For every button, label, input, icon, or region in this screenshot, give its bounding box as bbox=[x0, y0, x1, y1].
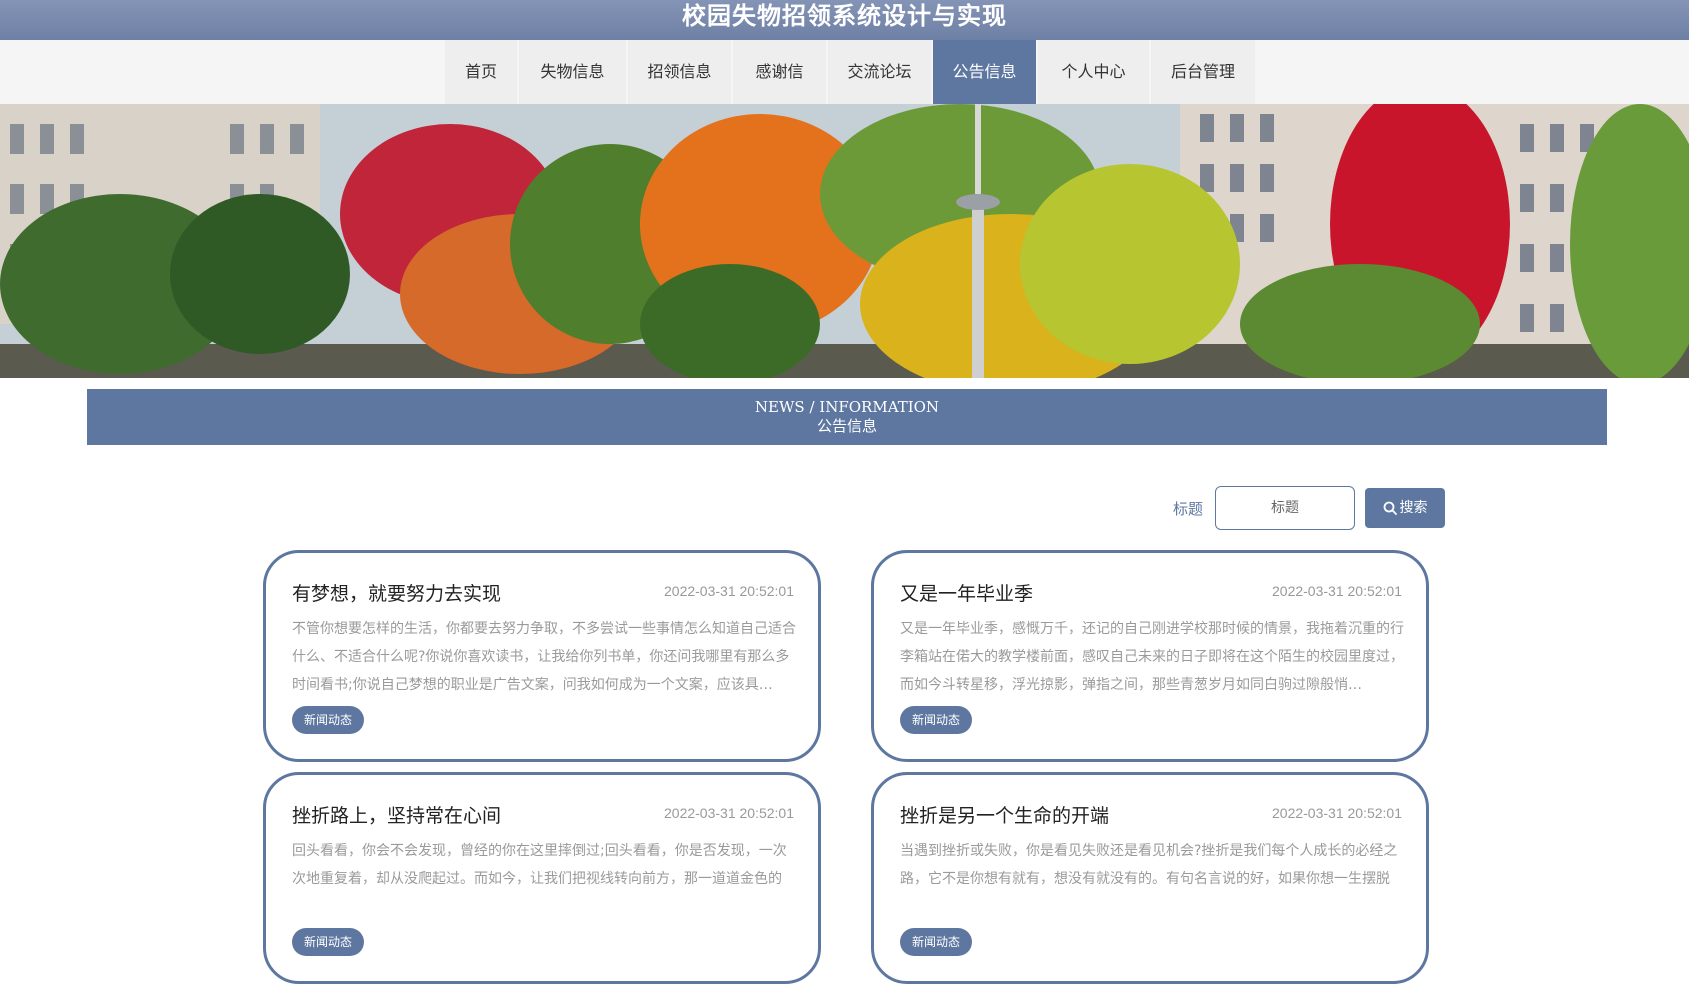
site-header: 校园失物招领系统设计与实现 bbox=[0, 0, 1689, 40]
main-nav-bar: 首页 失物信息 招领信息 感谢信 交流论坛 公告信息 个人中心 后台管理 bbox=[0, 40, 1689, 104]
nav-item-thank-letters[interactable]: 感谢信 bbox=[733, 40, 826, 104]
news-card-date: 2022-03-31 20:52:01 bbox=[664, 805, 794, 821]
news-card-tag[interactable]: 新闻动态 bbox=[292, 928, 365, 956]
section-title-cn: 公告信息 bbox=[816, 417, 877, 435]
banner-image bbox=[0, 104, 1689, 378]
news-card-summary: 当遇到挫折或失败，你是看见失败还是看见机会?挫折是我们每个人成长的必经之路，它不… bbox=[900, 843, 1398, 887]
news-card-title[interactable]: 又是一年毕业季 bbox=[900, 579, 1033, 606]
news-card-summary: 不管你想要怎样的生活，你都要去努力争取，不多尝试一些事情怎么知道自己适合什么、不… bbox=[292, 621, 796, 693]
search-input[interactable] bbox=[1215, 486, 1355, 530]
nav-item-lost-items[interactable]: 失物信息 bbox=[519, 40, 626, 104]
news-card-tag[interactable]: 新闻动态 bbox=[900, 928, 973, 956]
site-title: 校园失物招领系统设计与实现 bbox=[682, 2, 1007, 30]
section-title-en: NEWS / INFORMATION bbox=[754, 398, 940, 416]
news-card-title[interactable]: 有梦想，就要努力去实现 bbox=[292, 579, 501, 606]
news-card[interactable]: 挫折路上，坚持常在心间 2022-03-31 20:52:01 回头看看，你会不… bbox=[263, 772, 821, 984]
news-card-date: 2022-03-31 20:52:01 bbox=[1272, 583, 1402, 599]
news-card-date: 2022-03-31 20:52:01 bbox=[1272, 805, 1402, 821]
search-label: 标题 bbox=[1173, 500, 1204, 518]
nav-item-announcements[interactable]: 公告信息 bbox=[933, 40, 1036, 104]
news-card[interactable]: 挫折是另一个生命的开端 2022-03-31 20:52:01 当遇到挫折或失败… bbox=[871, 772, 1429, 984]
nav-item-admin[interactable]: 后台管理 bbox=[1151, 40, 1255, 104]
news-card-summary: 回头看看，你会不会发现，曾经的你在这里摔倒过;回头看看，你是否发现，一次次地重复… bbox=[292, 843, 787, 887]
nav-item-found-items[interactable]: 招领信息 bbox=[628, 40, 731, 104]
news-card[interactable]: 又是一年毕业季 2022-03-31 20:52:01 又是一年毕业季，感慨万千… bbox=[871, 550, 1429, 762]
nav-item-personal-center[interactable]: 个人中心 bbox=[1038, 40, 1149, 104]
news-card-tag[interactable]: 新闻动态 bbox=[900, 706, 973, 734]
search-button[interactable]: 搜索 bbox=[1365, 488, 1445, 528]
news-card-title[interactable]: 挫折是另一个生命的开端 bbox=[900, 801, 1109, 828]
news-card-tag[interactable]: 新闻动态 bbox=[292, 706, 365, 734]
nav-item-forum[interactable]: 交流论坛 bbox=[828, 40, 931, 104]
nav-item-home[interactable]: 首页 bbox=[445, 40, 517, 104]
main-nav: 首页 失物信息 招领信息 感谢信 交流论坛 公告信息 个人中心 后台管理 bbox=[445, 40, 1257, 104]
search-button-label: 搜索 bbox=[1399, 500, 1428, 516]
section-header: NEWS / INFORMATION 公告信息 bbox=[87, 389, 1607, 445]
news-card-summary: 又是一年毕业季，感慨万千，还记的自己刚进学校那时候的情景，我拖着沉重的行李箱站在… bbox=[900, 621, 1404, 693]
news-card-title[interactable]: 挫折路上，坚持常在心间 bbox=[292, 801, 501, 828]
news-card-date: 2022-03-31 20:52:01 bbox=[664, 583, 794, 599]
news-card[interactable]: 有梦想，就要努力去实现 2022-03-31 20:52:01 不管你想要怎样的… bbox=[263, 550, 821, 762]
search-icon bbox=[1383, 501, 1397, 515]
